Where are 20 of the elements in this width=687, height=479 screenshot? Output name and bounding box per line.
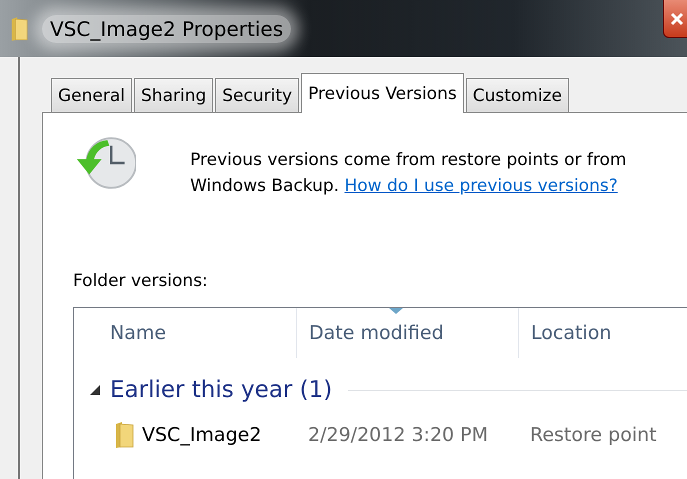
table-cell: VSC_Image2 [142,424,262,446]
column-header[interactable]: Date modified [296,308,518,358]
folder-icon [114,421,134,449]
tab[interactable]: Security [215,78,300,112]
help-link[interactable]: How do I use previous versions? [344,176,618,196]
close-icon [670,12,684,26]
table-cell-text: Restore point [529,424,658,446]
tab[interactable]: Previous Versions [301,73,464,113]
list-label: Folder versions: [73,271,209,291]
table-cell-text: 2/29/2012 3:20 PM [307,424,490,446]
column-header[interactable]: Name [74,308,296,358]
folder-icon [10,16,28,42]
tab[interactable]: General [51,78,132,112]
expanded-icon[interactable] [90,385,100,395]
tab[interactable]: Sharing [134,78,214,112]
column-header[interactable]: Location [518,308,687,358]
window-title: VSC_Image2 Properties [42,14,292,42]
tab[interactable]: Customize [466,78,569,112]
group-header: Earlier this year (1) [110,377,332,403]
info-text: Previous versions come from restore points or from Windows Backup. How do I use previous versions? [190,149,628,198]
